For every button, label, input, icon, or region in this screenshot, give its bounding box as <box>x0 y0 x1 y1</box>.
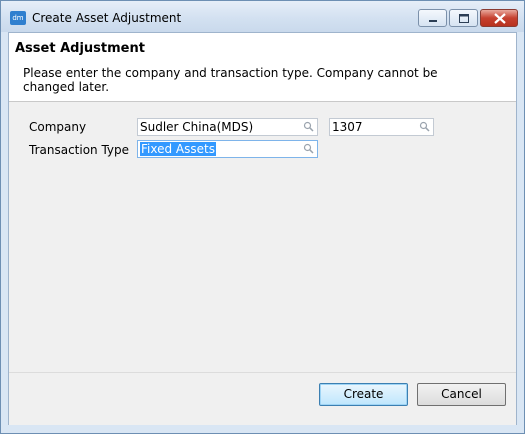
form-area: Company Sudler China(MDS) 1307 Transacti… <box>9 102 516 372</box>
create-button[interactable]: Create <box>319 383 408 406</box>
transaction-type-label: Transaction Type <box>29 143 130 157</box>
magnifier-icon[interactable] <box>303 121 314 132</box>
maximize-icon <box>459 14 469 23</box>
dialog-window: dm Create Asset Adjustment Asset Adjustm… <box>0 0 525 434</box>
button-bar: Create Cancel <box>9 372 516 425</box>
close-button[interactable] <box>480 9 518 27</box>
dialog-client: Asset Adjustment Please enter the compan… <box>8 32 517 425</box>
magnifier-icon[interactable] <box>419 121 430 132</box>
magnifier-icon[interactable] <box>303 143 314 154</box>
company-field[interactable]: Sudler China(MDS) <box>137 118 318 136</box>
title-bar[interactable]: dm Create Asset Adjustment <box>1 1 524 32</box>
transaction-type-value: Fixed Assets <box>140 142 216 156</box>
cancel-button[interactable]: Cancel <box>417 383 506 406</box>
minimize-icon <box>429 20 437 22</box>
close-icon <box>494 13 506 24</box>
company-code-value: 1307 <box>332 120 363 134</box>
page-description: Please enter the company and transaction… <box>23 66 438 94</box>
company-code-field[interactable]: 1307 <box>329 118 434 136</box>
window-title: Create Asset Adjustment <box>32 11 182 25</box>
dialog-header: Asset Adjustment Please enter the compan… <box>9 33 516 102</box>
transaction-type-field[interactable]: Fixed Assets <box>137 140 318 158</box>
maximize-button[interactable] <box>449 9 478 27</box>
company-label: Company <box>29 120 87 134</box>
page-title: Asset Adjustment <box>15 41 145 56</box>
app-icon: dm <box>10 11 26 25</box>
company-value: Sudler China(MDS) <box>140 120 254 134</box>
minimize-button[interactable] <box>418 9 447 27</box>
